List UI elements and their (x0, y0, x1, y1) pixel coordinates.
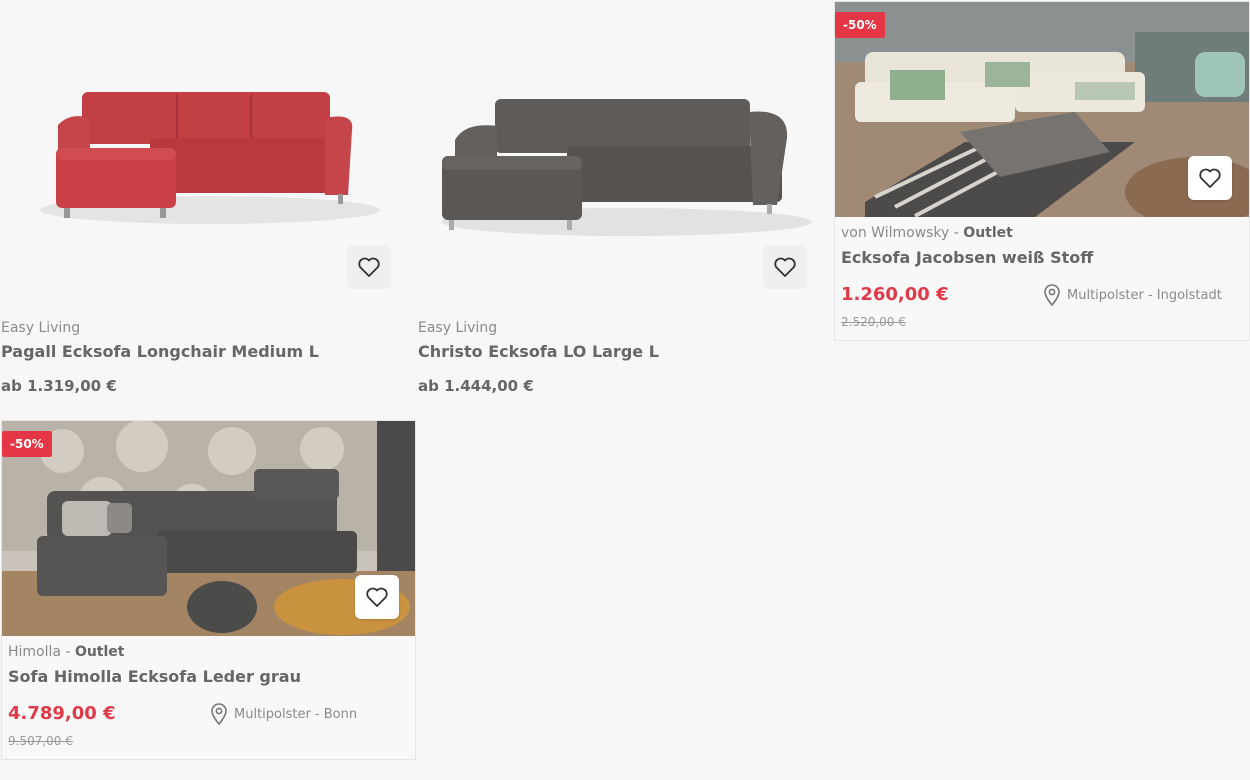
favorite-button[interactable] (763, 245, 807, 289)
brand-name: von Wilmowsky (841, 225, 950, 241)
product-image[interactable] (835, 2, 1249, 217)
location-text: Multipolster - Ingolstadt (1067, 287, 1222, 303)
product-title[interactable]: Christo Ecksofa LO Large L (418, 342, 659, 361)
store-location: Multipolster - Bonn (210, 702, 357, 726)
product-brand: von Wilmowsky - Outlet (841, 225, 1013, 241)
brand-separator: - (60, 644, 75, 660)
favorite-button[interactable] (347, 245, 391, 289)
product-card[interactable]: Easy Living Christo Ecksofa LO Large L a… (417, 0, 827, 410)
brand-name: Himolla (8, 644, 61, 660)
store-location: Multipolster - Ingolstadt (1043, 283, 1222, 307)
map-pin-icon (1044, 284, 1060, 307)
product-card[interactable]: Easy Living Pagall Ecksofa Longchair Med… (0, 0, 410, 410)
original-price: 9.507,00 € (8, 734, 73, 748)
favorite-button[interactable] (1188, 156, 1232, 200)
outlet-tag: Outlet (963, 225, 1013, 241)
showroom-sofa-image (835, 2, 1249, 217)
heart-icon (1199, 168, 1221, 188)
product-brand: Himolla - Outlet (8, 644, 124, 660)
product-title[interactable]: Ecksofa Jacobsen weiß Stoff (841, 248, 1093, 267)
heart-icon (358, 257, 380, 277)
heart-icon (774, 257, 796, 277)
map-pin-icon (211, 703, 227, 726)
discount-badge: -50% (2, 431, 52, 457)
product-price: ab 1.444,00 € (418, 377, 534, 395)
discount-badge: -50% (835, 12, 885, 38)
product-title[interactable]: Pagall Ecksofa Longchair Medium L (1, 342, 319, 361)
product-brand: Easy Living (1, 320, 81, 336)
product-image[interactable] (2, 421, 415, 636)
favorite-button[interactable] (355, 575, 399, 619)
product-brand: Easy Living (418, 320, 498, 336)
brand-separator: - (949, 225, 964, 241)
heart-icon (366, 587, 388, 607)
product-title[interactable]: Sofa Himolla Ecksofa Leder grau (8, 667, 301, 686)
product-card[interactable]: -50% von Wilmowsky - Outlet Ecksofa Jaco… (834, 1, 1250, 341)
product-card[interactable]: -50% Himolla - Outlet Sofa Himolla Eckso… (1, 420, 416, 760)
product-price: ab 1.319,00 € (1, 377, 117, 395)
product-price: 4.789,00 € (8, 703, 116, 724)
outlet-tag: Outlet (74, 644, 125, 660)
leather-sofa-image (2, 421, 415, 636)
location-text: Multipolster - Bonn (234, 706, 358, 722)
original-price: 2.520,00 € (841, 315, 906, 329)
product-price: 1.260,00 € (841, 284, 949, 305)
